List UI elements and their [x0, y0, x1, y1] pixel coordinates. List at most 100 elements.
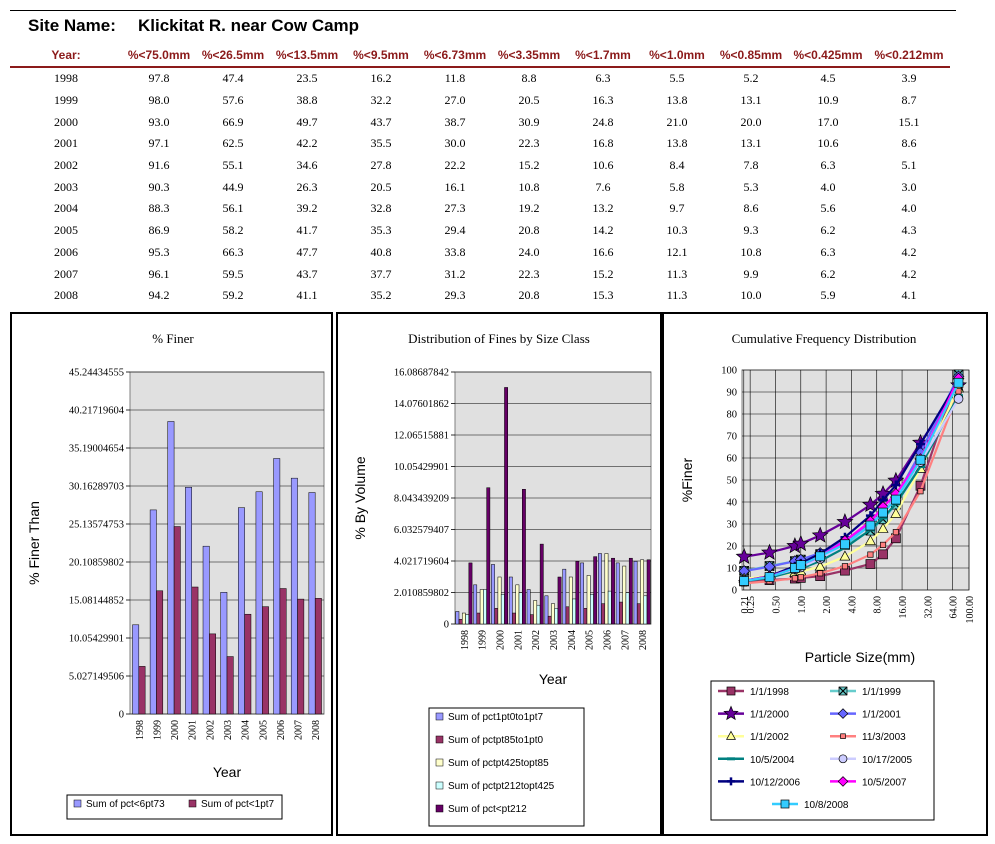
value-cell: 24.8: [592, 114, 614, 129]
value-cell: 98.0: [148, 93, 170, 108]
value-cell: 3.9: [901, 71, 917, 86]
y-tick-label: 0: [444, 620, 449, 631]
value-cell: 7.8: [743, 158, 759, 173]
value-cell: 15.2: [592, 266, 614, 281]
value-cell: 14.2: [592, 223, 614, 238]
table-header-cell: %<3.35mm: [497, 48, 561, 62]
y-tick-label: 30.16289703: [69, 482, 124, 493]
x-tick-label: 2007: [620, 630, 631, 650]
table-header-cell: %<1.7mm: [575, 48, 631, 62]
value-cell: 13.8: [666, 136, 688, 151]
bar: [173, 526, 181, 715]
y-tick-label: 15.08144852: [69, 596, 124, 607]
x-tick-label: 16.00: [898, 596, 909, 619]
value-cell: 58.2: [222, 223, 244, 238]
table-row: 1999 98.0 57.6 38.8 32.2 27.0 20.5 16.3 13.8 13.1…: [10, 90, 950, 112]
bar: [473, 584, 478, 625]
site-header: Site Name: Klickitat R. near Cow Camp: [28, 16, 359, 36]
value-cell: 56.1: [222, 201, 244, 216]
value-cell: 29.3: [444, 288, 466, 303]
bar: [551, 603, 555, 625]
value-cell: 40.8: [370, 244, 392, 259]
value-cell: 10.9: [817, 93, 839, 108]
data-point: [879, 541, 887, 548]
finer-bar-chart: % Finer 0 5.027149506 10.05429901 15.0814485…: [26, 331, 325, 820]
bar: [522, 489, 526, 625]
x-tick-label: 100.00: [965, 596, 976, 624]
y-tick-label: 60: [727, 454, 738, 465]
y-tick-label: 2.010859802: [394, 588, 449, 599]
x-tick-label: 2008: [311, 720, 322, 740]
value-cell: 62.5: [222, 136, 244, 151]
x-tick-label: 2001: [188, 720, 199, 740]
value-cell: 5.3: [743, 179, 759, 194]
x-tick-label: 2004: [241, 720, 252, 740]
bar: [601, 603, 606, 625]
value-cell: 13.1: [740, 93, 762, 108]
bar: [476, 612, 481, 625]
data-point: [865, 520, 876, 531]
table-header-cell: %<9.5mm: [353, 48, 409, 62]
x-tick-label: 2005: [585, 630, 596, 650]
chart-panel-finer: % Finer 0 5.027149506 10.05429901 15.0814485…: [10, 312, 333, 836]
bar: [536, 604, 541, 625]
bar: [479, 589, 484, 625]
data-point: [841, 563, 848, 570]
bar: [640, 559, 644, 625]
value-cell: 96.1: [148, 266, 170, 281]
value-cell: 10.6: [592, 158, 614, 173]
y-axis-label: % Finer Than: [26, 501, 42, 585]
chart-title: Cumulative Frequency Distribution: [732, 331, 917, 346]
value-cell: 21.0: [666, 114, 688, 129]
value-cell: 93.0: [148, 114, 170, 129]
value-cell: 16.1: [444, 179, 466, 194]
y-tick-label: 0: [119, 710, 124, 721]
value-cell: 5.6: [820, 201, 836, 216]
bar: [583, 608, 588, 625]
legend-marker: [838, 754, 848, 764]
table-row: 2004 88.3 56.1 39.2 32.8 27.3 19.2 13.2 9.7 8.6 5.…: [10, 198, 950, 220]
y-tick-label: 8.043439209: [394, 494, 449, 505]
legend-swatch: [188, 799, 197, 808]
bar: [611, 557, 615, 625]
bar: [615, 562, 620, 625]
value-cell: 22.3: [518, 136, 540, 151]
x-tick-label: 8.00: [873, 596, 884, 614]
data-point: [891, 494, 901, 505]
legend-label: Sum of pctpt85to1pt0: [448, 735, 544, 746]
value-cell: 8.6: [743, 201, 759, 216]
top-rule: [10, 10, 956, 11]
value-cell: 13.2: [592, 201, 614, 216]
value-cell: 37.7: [370, 266, 392, 281]
value-cell: 5.1: [901, 158, 917, 173]
x-axis-label: Particle Size(mm): [805, 649, 915, 665]
legend-swatch: [435, 758, 444, 767]
chart-panel-cumulative: Cumulative Frequency Distribution 0 10 20 30…: [662, 312, 988, 836]
chart-panel-fines-distribution: Distribution of Fines by Size Class 0 2.01…: [336, 312, 662, 836]
bar: [544, 595, 549, 625]
y-tick-label: 4.021719604: [394, 557, 450, 568]
value-cell: 20.5: [518, 93, 540, 108]
y-tick-label: 20.10859802: [69, 558, 124, 569]
value-cell: 12.1: [666, 244, 688, 259]
value-cell: 22.3: [518, 266, 540, 281]
bar: [636, 603, 641, 625]
year-cell: 1999: [54, 93, 78, 108]
table-header-cell: %<26.5mm: [201, 48, 265, 62]
bar: [455, 611, 460, 625]
table-header-cell: %<75.0mm: [127, 48, 191, 62]
value-cell: 88.3: [148, 201, 170, 216]
value-cell: 20.8: [518, 223, 540, 238]
value-cell: 43.7: [296, 266, 318, 281]
value-cell: 38.7: [444, 114, 466, 129]
data-point: [878, 507, 888, 518]
bar: [604, 553, 609, 625]
bar: [458, 619, 463, 625]
value-cell: 6.2: [820, 266, 836, 281]
data-point: [865, 559, 876, 569]
bar: [220, 592, 228, 715]
bar: [468, 562, 473, 625]
y-tick-label: 45.24434555: [69, 368, 124, 379]
y-tick-label: 12.06515881: [394, 431, 449, 442]
x-tick-label: 0.50: [771, 596, 782, 614]
